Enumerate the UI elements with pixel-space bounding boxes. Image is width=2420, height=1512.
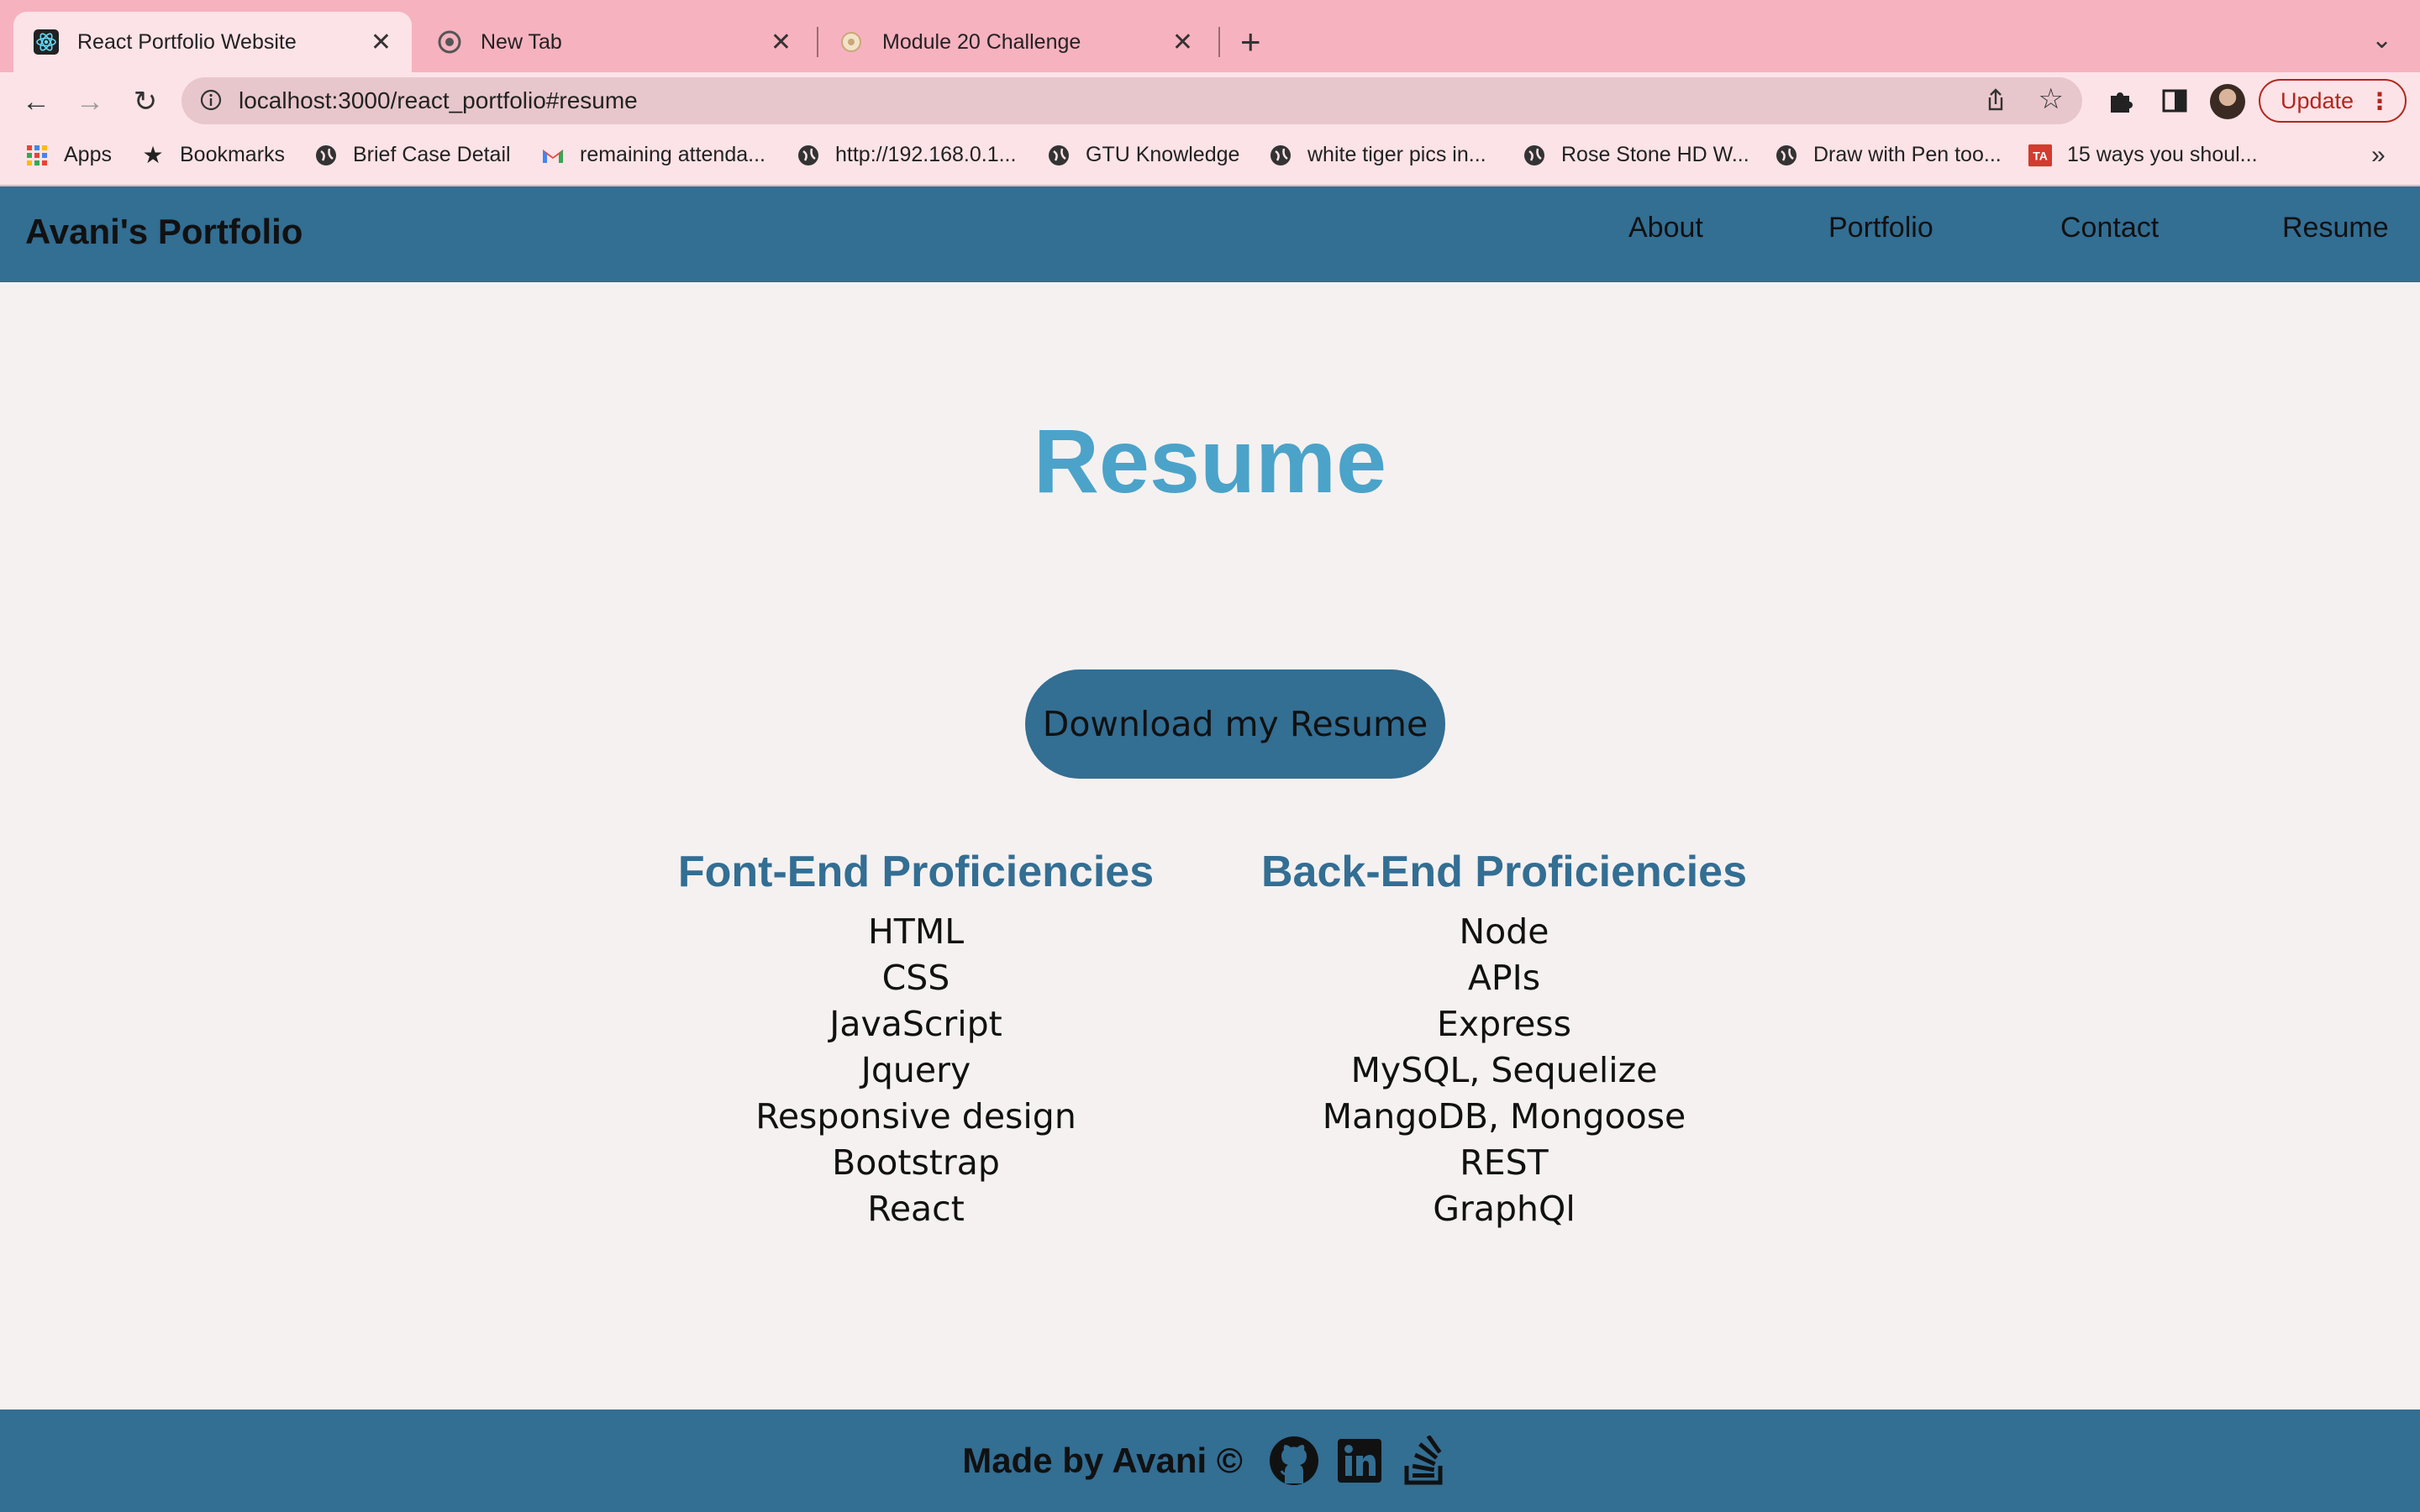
tab-react-portfolio[interactable]: React Portfolio Website ✕	[13, 12, 412, 72]
star-icon: ★	[142, 142, 164, 168]
list-item: HTML	[867, 911, 965, 952]
list-item: MangoDB, Mongoose	[1322, 1096, 1686, 1137]
svg-text:TA: TA	[2033, 149, 2048, 162]
update-label: Update	[2281, 87, 2354, 113]
list-item: Bootstrap	[832, 1142, 1000, 1183]
globe-icon	[1523, 144, 1546, 167]
bookmark-label: Rose Stone HD W...	[1561, 143, 1749, 166]
download-resume-button[interactable]: Download my Resume	[1025, 669, 1445, 779]
list-item: APIs	[1467, 958, 1541, 998]
globe-icon	[797, 144, 820, 167]
list-item: JavaScript	[829, 1004, 1002, 1044]
side-panel-icon[interactable]	[2160, 86, 2190, 116]
bookmark-white-tiger[interactable]: white tiger pics in...	[1269, 143, 1486, 167]
new-tab-button[interactable]: +	[1240, 22, 1261, 62]
linkedin-icon[interactable]	[1334, 1435, 1386, 1487]
tab-separator	[1218, 27, 1220, 57]
bookmark-label: 15 ways you shoul...	[2067, 143, 2258, 166]
bookmark-label: GTU Knowledge	[1086, 143, 1240, 166]
nav-about[interactable]: About	[1628, 212, 1703, 244]
chrome-icon	[437, 29, 462, 55]
forward-icon[interactable]: →	[69, 81, 111, 123]
list-item: REST	[1460, 1142, 1549, 1183]
nav-contact[interactable]: Contact	[2060, 212, 2159, 244]
bookmark-label: Bookmarks	[180, 143, 286, 166]
globe-icon	[1775, 144, 1798, 167]
close-icon[interactable]: ✕	[771, 28, 792, 57]
extensions-puzzle-icon[interactable]	[2106, 86, 2136, 116]
stackoverflow-icon[interactable]	[1399, 1435, 1451, 1487]
bookmarks-bar: Apps ★ Bookmarks Brief Case Detail remai…	[0, 131, 2420, 186]
frontend-heading: Font-End Proficiencies	[677, 848, 1155, 896]
bookmark-ip-address[interactable]: http://192.168.0.1...	[797, 143, 1016, 167]
browser-tab-strip: React Portfolio Website ✕ New Tab ✕ Modu…	[0, 0, 2420, 72]
bookmark-label: remaining attenda...	[580, 143, 765, 166]
tab-module-20[interactable]: Module 20 Challenge ✕	[818, 12, 1213, 72]
frontend-proficiencies: Font-End Proficiencies HTML CSS JavaScri…	[639, 847, 1193, 1232]
bookmark-15-ways[interactable]: TA 15 ways you shoul...	[2028, 143, 2258, 167]
reload-icon[interactable]: ↻	[124, 81, 166, 123]
bookmark-label: Draw with Pen too...	[1813, 143, 2002, 166]
bookmark-draw-with-pen[interactable]: Draw with Pen too...	[1775, 143, 2002, 167]
more-bookmarks-chevron-icon[interactable]: »	[2371, 141, 2386, 170]
tab-title: Module 20 Challenge	[882, 29, 1081, 54]
list-item: React	[867, 1189, 965, 1229]
bookmark-gtu-knowledge[interactable]: GTU Knowledge	[1047, 143, 1239, 167]
more-menu-icon[interactable]: ⋮	[2368, 87, 2391, 115]
bookmark-brief-case[interactable]: Brief Case Detail	[314, 143, 511, 167]
site-info-icon[interactable]	[198, 87, 224, 113]
list-item: Express	[1436, 1004, 1572, 1044]
gmail-icon	[541, 144, 565, 167]
list-item: GraphQl	[1433, 1189, 1576, 1229]
list-item: Responsive design	[755, 1096, 1076, 1137]
update-button[interactable]: Update ⋮	[2259, 79, 2407, 123]
site-footer: Made by Avani ©	[0, 1410, 2420, 1512]
browser-toolbar: ← → ↻ localhost:3000/react_portfolio#res…	[0, 72, 2420, 131]
bookmark-bookmarks[interactable]: ★ Bookmarks	[141, 142, 286, 168]
ta-icon: TA	[2028, 144, 2052, 167]
bookmark-apps[interactable]: Apps	[25, 143, 112, 167]
list-item: MySQL, Sequelize	[1350, 1050, 1658, 1090]
backend-proficiencies: Back-End Proficiencies Node APIs Express…	[1227, 847, 1781, 1232]
share-icon[interactable]	[1981, 86, 2010, 114]
profile-avatar[interactable]	[2210, 84, 2245, 119]
github-icon[interactable]	[1268, 1435, 1320, 1487]
backend-heading: Back-End Proficiencies	[1261, 848, 1747, 896]
bookmark-label: Brief Case Detail	[353, 143, 511, 166]
bookmark-label: white tiger pics in...	[1307, 143, 1486, 166]
globe-icon	[314, 144, 338, 167]
footer-text: Made by Avani ©	[962, 1441, 1243, 1480]
globe-icon	[1047, 144, 1071, 167]
nav-portfolio[interactable]: Portfolio	[1828, 212, 1933, 244]
react-icon	[34, 29, 59, 55]
tab-search-chevron-icon[interactable]: ⌄	[2371, 25, 2392, 55]
frontend-list: HTML CSS JavaScript Jquery Responsive de…	[639, 909, 1193, 1232]
close-icon[interactable]: ✕	[371, 28, 392, 57]
page-title: Resume	[1033, 410, 1387, 512]
tab-title: React Portfolio Website	[77, 29, 297, 54]
url-text: localhost:3000/react_portfolio#resume	[239, 87, 638, 113]
apps-grid-icon	[25, 144, 49, 167]
bookmark-label: Apps	[64, 143, 112, 166]
globe-icon	[1269, 144, 1292, 167]
list-item: Node	[1459, 911, 1549, 952]
list-item: Jquery	[860, 1050, 971, 1090]
list-item: CSS	[881, 958, 950, 998]
address-bar[interactable]: localhost:3000/react_portfolio#resume ☆	[182, 77, 2082, 124]
bookmark-rose-stone[interactable]: Rose Stone HD W...	[1523, 143, 1749, 167]
bookmark-star-icon[interactable]: ☆	[2039, 82, 2064, 116]
bookmark-label: http://192.168.0.1...	[835, 143, 1017, 166]
bookmark-remaining-attendance[interactable]: remaining attenda...	[541, 143, 765, 167]
tab-title: New Tab	[481, 29, 562, 54]
site-header: Avani's Portfolio About Portfolio Contac…	[0, 186, 2420, 282]
backend-list: Node APIs Express MySQL, Sequelize Mango…	[1227, 909, 1781, 1232]
tab-new-tab[interactable]: New Tab ✕	[417, 12, 812, 72]
nav-resume[interactable]: Resume	[2282, 212, 2389, 244]
back-icon[interactable]: ←	[15, 81, 57, 123]
module-favicon	[839, 29, 864, 55]
close-icon[interactable]: ✕	[1172, 28, 1193, 57]
site-brand[interactable]: Avani's Portfolio	[25, 212, 302, 252]
